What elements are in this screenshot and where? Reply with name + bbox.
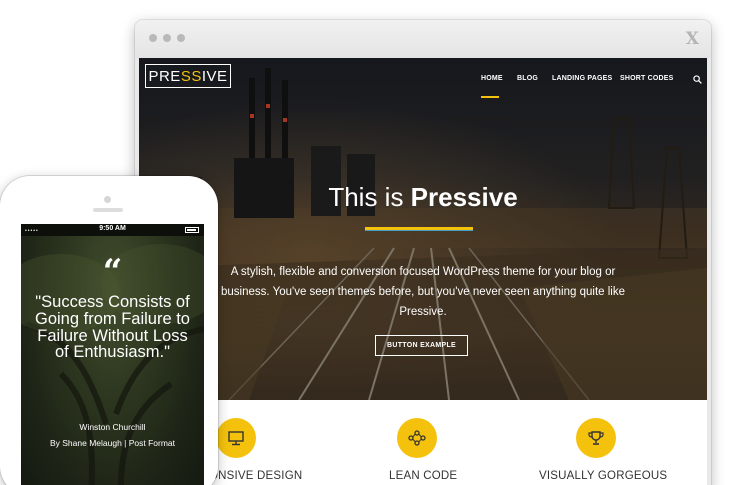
nav-home[interactable]: HOME [481,75,503,82]
post-meta[interactable]: By Shane Melaugh | Post Format [21,438,204,448]
browser-window: X PRESSIVE HOME BLOG LANDING PAGES SHORT… [135,20,711,485]
nav-blog[interactable]: BLOG [517,75,538,82]
monitor-icon [216,418,256,458]
network-icon [397,418,437,458]
search-icon[interactable] [693,75,702,84]
hero-description: A stylish, flexible and conversion focus… [221,266,625,318]
feature-label-visually-gorgeous: VISUALLY GORGEOUS [539,470,668,482]
feature-label-lean-code: LEAN CODE [389,470,458,482]
hero-section: PRESSIVE HOME BLOG LANDING PAGES SHORT C… [139,58,707,400]
window-dot[interactable] [163,34,171,42]
trophy-icon [576,418,616,458]
title-underline-accent [365,230,473,231]
quote-icon: “ [102,252,123,292]
phone-camera [104,196,111,203]
button-example[interactable]: BUTTON EXAMPLE [375,335,468,356]
nav-landing-pages[interactable]: LANDING PAGES [552,75,612,82]
phone-clock: 9:50 AM [99,225,126,232]
feature-label-responsive: ONSIVE DESIGN [209,470,303,482]
site-logo[interactable]: PRESSIVE [145,64,231,88]
nav-short-codes[interactable]: SHORT CODES [620,75,674,82]
phone-screen: ••••• 9:50 AM “ "Success Consists of Goi… [21,224,204,485]
phone-speaker [93,208,123,212]
hero-title: This is Pressive [328,182,518,212]
window-dot[interactable] [149,34,157,42]
window-dot[interactable] [177,34,185,42]
browser-titlebar: X [135,20,711,58]
quote-author: Winston Churchill [79,422,146,432]
website-preview: PRESSIVE HOME BLOG LANDING PAGES SHORT C… [139,58,707,485]
close-icon[interactable]: X [686,29,699,49]
features-section: ONSIVE DESIGN LEAN CODE VISUALLY GORGEOU… [139,400,707,485]
nav-active-indicator [481,96,499,98]
phone-status-bar: ••••• 9:50 AM [21,224,204,236]
phone-mockup: ••••• 9:50 AM “ "Success Consists of Goi… [0,176,218,485]
battery-icon [185,227,199,233]
quote-text: "Success Consists of Going from Failure … [35,293,190,362]
